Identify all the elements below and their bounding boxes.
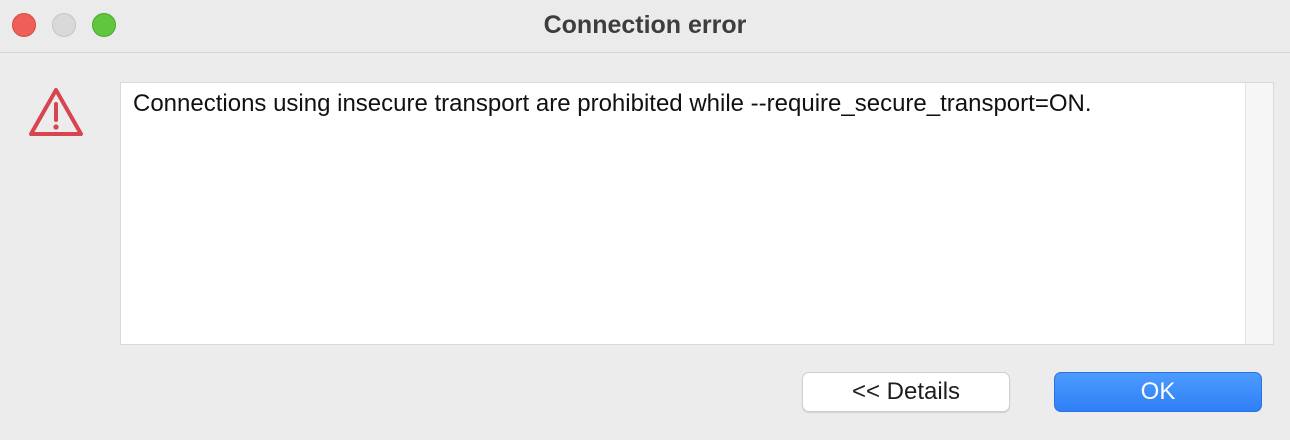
warning-triangle-icon	[29, 88, 83, 136]
window-title: Connection error	[543, 11, 747, 39]
connection-error-dialog: Connection error Connections using insec…	[0, 0, 1290, 440]
message-scrollbar[interactable]	[1245, 83, 1273, 344]
error-message-text: Connections using insecure transport are…	[133, 90, 1092, 117]
ok-button[interactable]: OK	[1054, 372, 1262, 412]
error-message-box[interactable]: Connections using insecure transport are…	[120, 82, 1274, 345]
details-button[interactable]: << Details	[802, 372, 1010, 412]
title-bar: Connection error	[0, 0, 1290, 53]
